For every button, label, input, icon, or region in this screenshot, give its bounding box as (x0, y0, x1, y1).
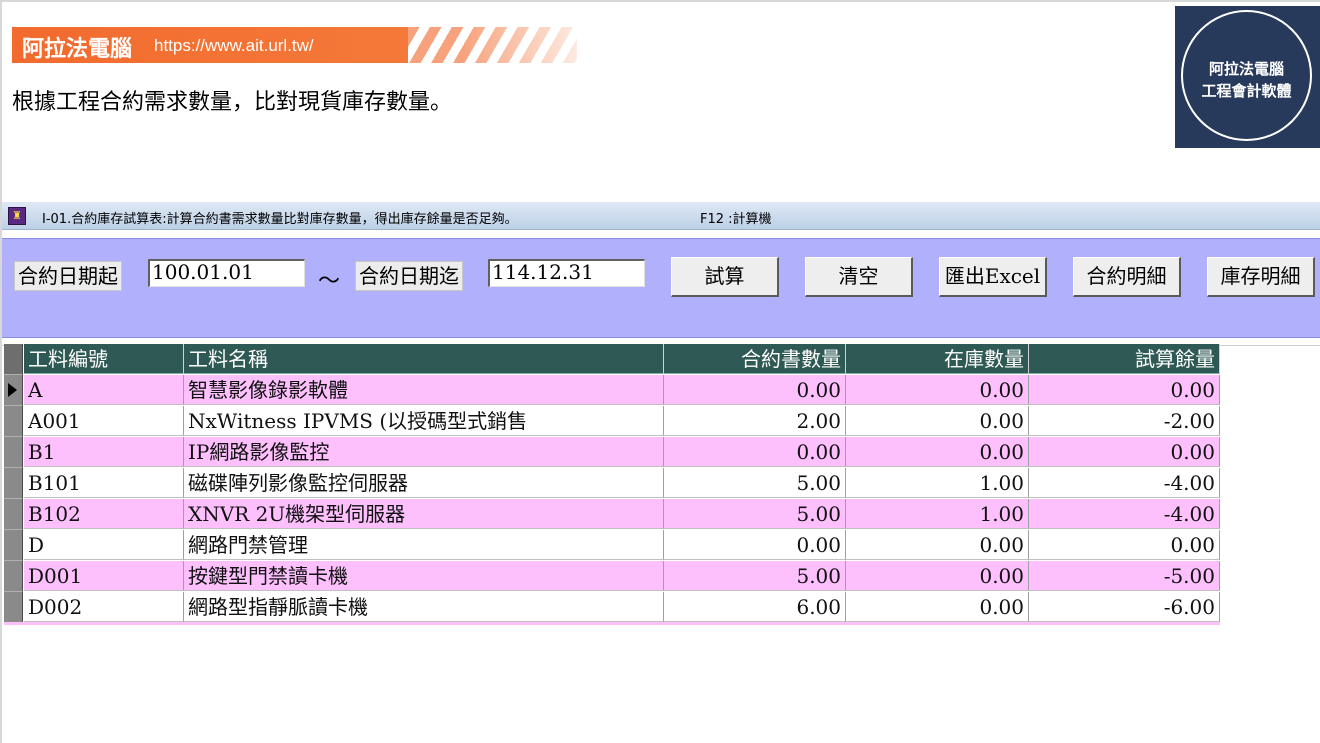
cell-code[interactable]: A001 (24, 406, 184, 436)
cell-stock-qty[interactable]: 0.00 (846, 592, 1029, 622)
table-row[interactable]: D 網路門禁管理 0.00 0.00 0.00 (4, 530, 1220, 561)
filter-panel: 合約日期起 100.01.01 ～ 合約日期迄 114.12.31 試算 清空 … (2, 238, 1320, 338)
cell-balance[interactable]: 0.00 (1029, 530, 1220, 560)
cell-name[interactable]: 磁碟陣列影像監控伺服器 (184, 468, 664, 498)
banner-title: 阿拉法電腦 (22, 36, 133, 62)
cell-contract-qty[interactable]: 5.00 (664, 499, 846, 529)
intro-text: 根據工程合約需求數量，比對現貨庫存數量。 (12, 90, 453, 115)
row-selector[interactable] (4, 592, 23, 623)
row-selector[interactable] (4, 375, 23, 406)
table-row[interactable]: D001 按鍵型門禁讀卡機 5.00 0.00 -5.00 (4, 561, 1220, 592)
table-row[interactable]: B101 磁碟陣列影像監控伺服器 5.00 1.00 -4.00 (4, 468, 1220, 499)
cell-balance[interactable]: -5.00 (1029, 561, 1220, 591)
end-date-label: 合約日期迄 (355, 261, 463, 291)
cell-stock-qty[interactable]: 1.00 (846, 468, 1029, 498)
cell-contract-qty[interactable]: 0.00 (664, 375, 846, 405)
cell-name[interactable]: 網路型指靜脈讀卡機 (184, 592, 664, 622)
column-header-code[interactable]: 工料編號 (24, 344, 184, 374)
column-header-balance[interactable]: 試算餘量 (1029, 344, 1220, 374)
window-titlebar: ♜ I-01.合約庫存試算表:計算合約書需求數量比對庫存數量，得出庫存餘量是否足… (2, 202, 1320, 230)
cell-balance[interactable]: 0.00 (1029, 437, 1220, 467)
cell-stock-qty[interactable]: 0.00 (846, 561, 1029, 591)
app-icon: ♜ (8, 207, 26, 225)
end-date-input[interactable]: 114.12.31 (488, 259, 645, 287)
clear-button[interactable]: 清空 (805, 257, 913, 297)
cell-balance[interactable]: -4.00 (1029, 499, 1220, 529)
cell-code[interactable]: D (24, 530, 184, 560)
export-excel-button[interactable]: 匯出Excel (939, 257, 1047, 297)
cell-stock-qty[interactable]: 0.00 (846, 530, 1029, 560)
brand-banner: 阿拉法電腦 https://www.ait.url.tw/ (12, 27, 577, 63)
current-row-arrow-icon (8, 383, 17, 397)
row-selector[interactable] (4, 561, 23, 592)
start-date-input[interactable]: 100.01.01 (148, 259, 305, 287)
cell-contract-qty[interactable]: 2.00 (664, 406, 846, 436)
stock-detail-button[interactable]: 庫存明細 (1207, 257, 1315, 297)
table-row[interactable]: B1 IP網路影像監控 0.00 0.00 0.00 (4, 437, 1220, 468)
cell-code[interactable]: A (24, 375, 184, 405)
panel-gap (2, 230, 1320, 238)
cell-contract-qty[interactable]: 0.00 (664, 530, 846, 560)
table-header-row: 工料編號 工料名稱 合約書數量 在庫數量 試算餘量 (4, 344, 1220, 375)
row-selector[interactable] (4, 406, 23, 437)
row-selector[interactable] (4, 468, 23, 499)
logo-line-1: 阿拉法電腦 (1208, 61, 1284, 78)
window-title: I-01.合約庫存試算表:計算合約書需求數量比對庫存數量，得出庫存餘量是否足夠。 (42, 212, 518, 227)
cell-name[interactable]: 智慧影像錄影軟體 (184, 375, 664, 405)
start-date-label: 合約日期起 (14, 261, 122, 291)
cell-code[interactable]: B1 (24, 437, 184, 467)
contract-detail-button[interactable]: 合約明細 (1073, 257, 1181, 297)
row-selector[interactable] (4, 499, 23, 530)
cell-name[interactable]: NxWitness IPVMS (以授碼型式銷售 (184, 406, 664, 436)
cell-stock-qty[interactable]: 1.00 (846, 499, 1029, 529)
cell-name[interactable]: XNVR 2U機架型伺服器 (184, 499, 664, 529)
company-logo: 阿拉法電腦 工程會計軟體 (1175, 6, 1320, 148)
banner-stripes (408, 27, 577, 63)
cell-code[interactable]: D001 (24, 561, 184, 591)
cell-balance[interactable]: -4.00 (1029, 468, 1220, 498)
cell-stock-qty[interactable]: 0.00 (846, 375, 1029, 405)
table-row[interactable]: B102 XNVR 2U機架型伺服器 5.00 1.00 -4.00 (4, 499, 1220, 530)
cell-code[interactable]: B101 (24, 468, 184, 498)
logo-circle: 阿拉法電腦 工程會計軟體 (1181, 10, 1312, 141)
date-range-separator: ～ (318, 269, 341, 294)
cell-stock-qty[interactable]: 0.00 (846, 406, 1029, 436)
banner-url: https://www.ait.url.tw/ (154, 36, 314, 55)
cell-contract-qty[interactable]: 5.00 (664, 468, 846, 498)
partial-next-row (4, 622, 1220, 625)
table-row[interactable]: A001 NxWitness IPVMS (以授碼型式銷售 2.00 0.00 … (4, 406, 1220, 437)
calculate-button[interactable]: 試算 (671, 257, 779, 297)
column-header-name[interactable]: 工料名稱 (184, 344, 664, 374)
column-header-stock-qty[interactable]: 在庫數量 (846, 344, 1029, 374)
top-border (0, 0, 1320, 2)
row-selector[interactable] (4, 437, 23, 468)
table-row[interactable]: D002 網路型指靜脈讀卡機 6.00 0.00 -6.00 (4, 592, 1220, 623)
logo-line-2: 工程會計軟體 (1201, 83, 1292, 100)
cell-name[interactable]: IP網路影像監控 (184, 437, 664, 467)
header-selector (4, 344, 23, 375)
row-selector[interactable] (4, 530, 23, 561)
cell-balance[interactable]: -6.00 (1029, 592, 1220, 622)
cell-balance[interactable]: -2.00 (1029, 406, 1220, 436)
cell-name[interactable]: 網路門禁管理 (184, 530, 664, 560)
cell-contract-qty[interactable]: 0.00 (664, 437, 846, 467)
cell-balance[interactable]: 0.00 (1029, 375, 1220, 405)
table-row[interactable]: A 智慧影像錄影軟體 0.00 0.00 0.00 (4, 375, 1220, 406)
column-header-contract-qty[interactable]: 合約書數量 (664, 344, 846, 374)
cell-contract-qty[interactable]: 5.00 (664, 561, 846, 591)
cell-stock-qty[interactable]: 0.00 (846, 437, 1029, 467)
cell-name[interactable]: 按鍵型門禁讀卡機 (184, 561, 664, 591)
cell-contract-qty[interactable]: 6.00 (664, 592, 846, 622)
cell-code[interactable]: B102 (24, 499, 184, 529)
cell-code[interactable]: D002 (24, 592, 184, 622)
calculator-hint: F12 :計算機 (700, 212, 772, 227)
left-border (0, 0, 2, 743)
